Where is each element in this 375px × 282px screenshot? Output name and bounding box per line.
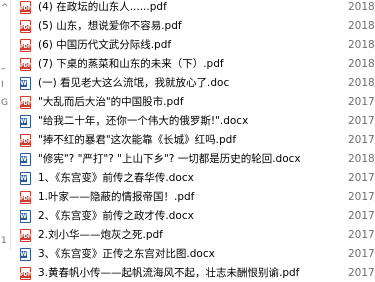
file-date: 2017/1 bbox=[348, 96, 375, 108]
file-date: 2017/1 bbox=[348, 134, 375, 146]
nav-glyph: _ bbox=[1, 60, 6, 70]
file-date: 2018/2 bbox=[348, 39, 375, 51]
file-date: 2018/2 bbox=[348, 58, 375, 70]
nav-glyph: 1 bbox=[1, 236, 7, 246]
nav-glyph: I bbox=[1, 80, 4, 90]
file-date: 2017/1 bbox=[348, 267, 375, 279]
file-name: 2.刘小华——炮灰之死.pdf bbox=[38, 229, 163, 241]
file-name: "给我二十年，还你一个伟大的俄罗斯!".docx bbox=[38, 115, 249, 127]
file-row[interactable]: 2、《东宫变》前传之政才传.docx 2017/1 bbox=[10, 207, 375, 225]
word-file-icon bbox=[20, 115, 31, 128]
file-row[interactable]: 1、《东宫变》前传之春华传.docx 2017/1 bbox=[10, 169, 375, 187]
file-date: 2017/1 bbox=[348, 115, 375, 127]
word-file-icon bbox=[20, 210, 31, 223]
pdf-file-icon bbox=[20, 191, 31, 204]
file-name: 3.黄春帆小传——起帆流海风不起，壮志未酬恨别谕.pdf bbox=[38, 267, 300, 279]
file-row[interactable]: 3.黄春帆小传——起帆流海风不起，壮志未酬恨别谕.pdf 2017/1 bbox=[10, 264, 375, 282]
file-name: 3、《东宫变》正传之东宫对比图.docx bbox=[38, 248, 215, 260]
file-row[interactable]: "捧不红的暴君"这次能靠《长城》红吗.pdf 2017/1 bbox=[10, 131, 375, 149]
file-name: (4) 在政坛的山东人......pdf bbox=[38, 1, 167, 13]
file-row[interactable]: 3、《东宫变》正传之东宫对比图.docx 2017/1 bbox=[10, 245, 375, 263]
file-date: 2017/1 bbox=[348, 248, 375, 260]
file-name: 2、《东宫变》前传之政才传.docx bbox=[38, 210, 194, 222]
file-name: (7) 下桌的蒸菜和山东的未来（下）.pdf bbox=[38, 58, 224, 70]
word-file-icon bbox=[20, 153, 31, 166]
file-name: 1.叶家——隐蔽的情报帝国！.pdf bbox=[38, 191, 195, 203]
word-file-icon bbox=[20, 77, 31, 90]
pdf-file-icon bbox=[20, 96, 31, 109]
nav-glyph: ^ bbox=[1, 3, 9, 13]
file-row[interactable]: (5) 山东，想说爱你不容易.pdf 2018/2 bbox=[10, 17, 375, 35]
file-row[interactable]: 2.刘小华——炮灰之死.pdf 2017/1 bbox=[10, 226, 375, 244]
file-date: 2017/1 bbox=[348, 229, 375, 241]
pdf-file-icon bbox=[20, 229, 31, 242]
file-row[interactable]: "修宪"? "严打"? "上山下乡"? 一切都是历史的轮回.docx 2018/… bbox=[10, 150, 375, 168]
file-row[interactable]: (一) 看见老大这么流氓，我就放心了.doc 2018/2 bbox=[10, 74, 375, 92]
file-row[interactable]: (6) 中国历代文武分际线.pdf 2018/2 bbox=[10, 36, 375, 54]
file-name: 1、《东宫变》前传之春华传.docx bbox=[38, 172, 194, 184]
word-file-icon bbox=[20, 172, 31, 185]
file-name: (5) 山东，想说爱你不容易.pdf bbox=[38, 20, 182, 32]
pdf-file-icon bbox=[20, 134, 31, 147]
file-row[interactable]: (7) 下桌的蒸菜和山东的未来（下）.pdf 2018/2 bbox=[10, 55, 375, 73]
file-name: "捧不红的暴君"这次能靠《长城》红吗.pdf bbox=[38, 134, 237, 146]
file-date: 2018/2 bbox=[348, 20, 375, 32]
file-date: 2017/1 bbox=[348, 191, 375, 203]
pdf-file-icon bbox=[20, 267, 31, 280]
pdf-file-icon bbox=[20, 39, 31, 52]
file-date: 2017/1 bbox=[348, 172, 375, 184]
file-date: 2018/2 bbox=[348, 77, 375, 89]
file-row[interactable]: "给我二十年，还你一个伟大的俄罗斯!".docx 2017/1 bbox=[10, 112, 375, 130]
nav-glyph: G bbox=[1, 98, 8, 108]
file-date: 2018/2 bbox=[348, 153, 375, 165]
file-name: (6) 中国历代文武分际线.pdf bbox=[38, 39, 172, 51]
file-name: "大乱而后大治"的中国股市.pdf bbox=[38, 96, 184, 108]
file-date: 2017/1 bbox=[348, 210, 375, 222]
pdf-file-icon bbox=[20, 58, 31, 71]
pdf-file-icon bbox=[20, 1, 31, 14]
pdf-file-icon bbox=[20, 20, 31, 33]
file-row[interactable]: 1.叶家——隐蔽的情报帝国！.pdf 2017/1 bbox=[10, 188, 375, 206]
file-list: (4) 在政坛的山东人......pdf 2018/2 (5) 山东，想说爱你不… bbox=[10, 0, 375, 282]
file-name: (一) 看见老大这么流氓，我就放心了.doc bbox=[38, 77, 230, 89]
file-name: "修宪"? "严打"? "上山下乡"? 一切都是历史的轮回.docx bbox=[38, 153, 301, 165]
file-row[interactable]: (4) 在政坛的山东人......pdf 2018/2 bbox=[10, 0, 375, 16]
file-date: 2018/2 bbox=[348, 1, 375, 13]
file-row[interactable]: "大乱而后大治"的中国股市.pdf 2017/1 bbox=[10, 93, 375, 111]
